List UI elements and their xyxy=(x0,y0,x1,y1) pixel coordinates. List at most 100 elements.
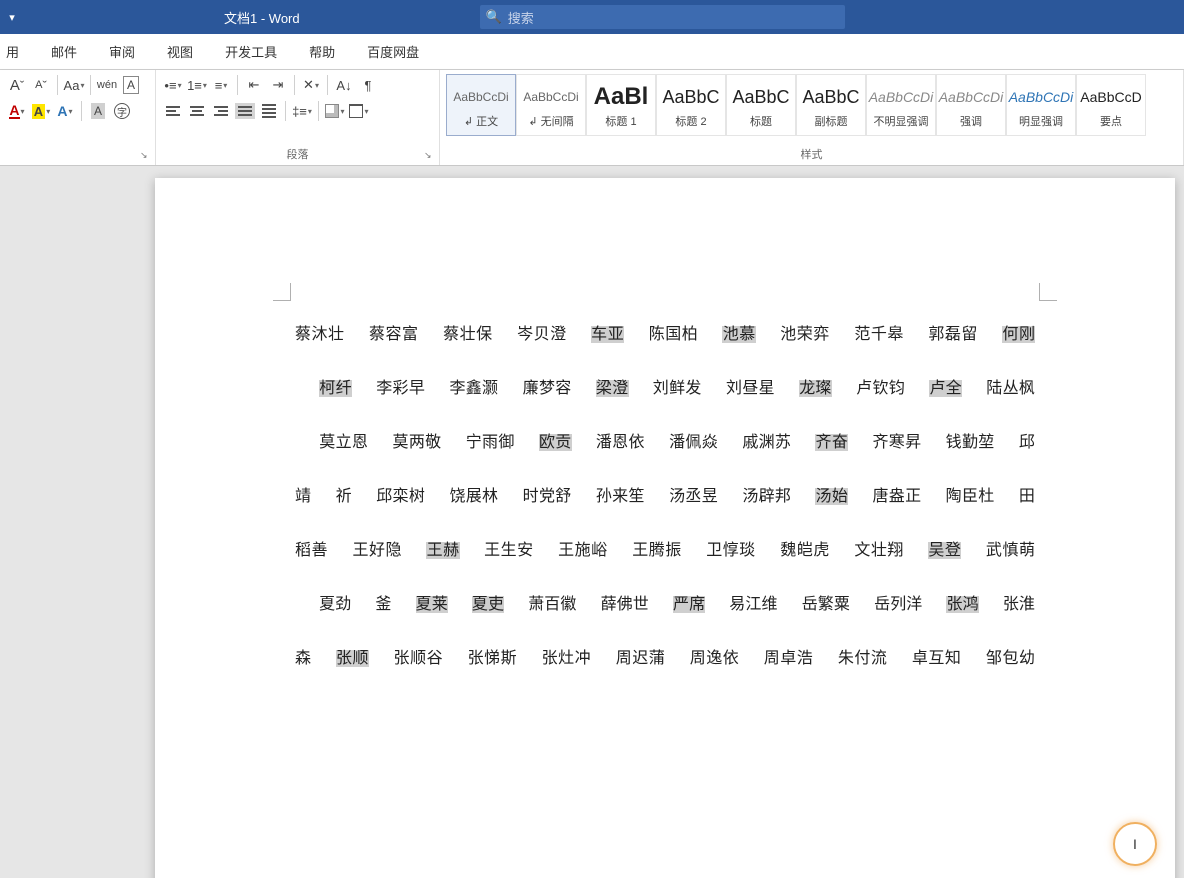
name-text[interactable]: 夏莱 xyxy=(416,596,448,613)
style-item[interactable]: AaBl标题 1 xyxy=(586,74,656,136)
name-text[interactable]: 蔡容富 xyxy=(369,326,419,343)
name-text[interactable]: 柯纤 xyxy=(319,380,352,397)
style-item[interactable]: AaBbC标题 2 xyxy=(656,74,726,136)
name-text[interactable]: 张鸿 xyxy=(946,596,978,613)
name-text[interactable]: 卓互知 xyxy=(911,650,961,667)
name-text[interactable]: 周逸依 xyxy=(689,650,739,667)
sort-button[interactable]: A↓ xyxy=(333,74,355,96)
increase-indent-button[interactable]: ⇥ xyxy=(267,74,289,96)
multilevel-list-button[interactable]: ≡▾ xyxy=(210,74,232,96)
name-text[interactable]: 钱勤堃 xyxy=(945,434,994,451)
name-text[interactable]: 宁雨御 xyxy=(465,434,514,451)
char-shading-button[interactable]: A xyxy=(87,100,109,122)
ribbon-tab[interactable]: 邮件 xyxy=(35,34,93,69)
name-text[interactable]: 汤始 xyxy=(815,488,848,505)
styles-gallery[interactable]: AaBbCcDi↲ 正文AaBbCcDi↲ 无间隔AaBl标题 1AaBbC标题… xyxy=(446,74,1177,136)
name-text[interactable]: 唐盎正 xyxy=(872,488,921,505)
align-center-button[interactable] xyxy=(186,100,208,122)
name-text[interactable]: 陶臣杜 xyxy=(945,488,994,505)
name-text[interactable]: 张灶冲 xyxy=(541,650,591,667)
style-item[interactable]: AaBbCcD要点 xyxy=(1076,74,1146,136)
name-text[interactable]: 龙璨 xyxy=(799,380,832,397)
name-text[interactable]: 王赫 xyxy=(426,542,460,559)
numbering-button[interactable]: 1≡▾ xyxy=(186,74,208,96)
name-text[interactable]: 戚渊苏 xyxy=(742,434,791,451)
name-text[interactable]: 范千皋 xyxy=(854,326,904,343)
bullets-button[interactable]: •≡▾ xyxy=(162,74,184,96)
name-text[interactable]: 汤丞昱 xyxy=(669,488,718,505)
font-color-button[interactable]: A▾ xyxy=(6,100,28,122)
name-text[interactable]: 岳列洋 xyxy=(874,596,922,613)
name-text[interactable]: 欧贡 xyxy=(539,434,572,451)
style-item[interactable]: AaBbCcDi强调 xyxy=(936,74,1006,136)
name-text[interactable]: 潘佩焱 xyxy=(669,434,718,451)
align-right-button[interactable] xyxy=(210,100,232,122)
justify-button[interactable] xyxy=(234,100,256,122)
name-text[interactable]: 岑贝澄 xyxy=(517,326,567,343)
name-text[interactable]: 莫两敬 xyxy=(392,434,441,451)
font-grow-button[interactable]: Aˇ xyxy=(6,74,28,96)
name-text[interactable]: 卢钦钧 xyxy=(856,380,905,397)
style-item[interactable]: AaBbC副标题 xyxy=(796,74,866,136)
borders-button[interactable]: ▾ xyxy=(348,100,370,122)
change-case-button[interactable]: Aa▾ xyxy=(63,74,85,96)
name-text[interactable]: 李彩早 xyxy=(376,380,425,397)
name-text[interactable]: 饶展林 xyxy=(449,488,498,505)
name-text[interactable]: 夏劲 xyxy=(319,596,351,613)
name-text[interactable]: 孙来笙 xyxy=(596,488,645,505)
name-text[interactable]: 张悌斯 xyxy=(467,650,517,667)
name-text[interactable]: 卫惇琰 xyxy=(706,542,756,559)
distribute-button[interactable] xyxy=(258,100,280,122)
enclose-char-button[interactable]: 字 xyxy=(111,100,133,122)
name-text[interactable]: 邱栾树 xyxy=(376,488,425,505)
name-text[interactable]: 陆丛枫 xyxy=(986,380,1035,397)
style-item[interactable]: AaBbCcDi不明显强调 xyxy=(866,74,936,136)
name-text[interactable]: 陈国柏 xyxy=(648,326,698,343)
name-text[interactable]: 祈 xyxy=(335,488,352,505)
name-text[interactable]: 蔡壮保 xyxy=(443,326,493,343)
name-text[interactable]: 周迟蒲 xyxy=(615,650,665,667)
show-marks-button[interactable]: ¶ xyxy=(357,74,379,96)
document-body[interactable]: 蔡沐壮蔡容富蔡壮保岑贝澄车亚陈国柏池慕池荣弈范千皋郭磊留何刚柯纤李彩早李鑫灏廉梦… xyxy=(295,308,1035,740)
decrease-indent-button[interactable]: ⇤ xyxy=(243,74,265,96)
name-text[interactable]: 齐奋 xyxy=(815,434,848,451)
font-dialog-launcher[interactable]: ↘ xyxy=(140,150,152,162)
name-text[interactable]: 何刚 xyxy=(1002,326,1035,343)
style-item[interactable]: AaBbC标题 xyxy=(726,74,796,136)
name-text[interactable]: 武慎萌 xyxy=(985,542,1035,559)
style-item[interactable]: AaBbCcDi明显强调 xyxy=(1006,74,1076,136)
name-text[interactable]: 釜 xyxy=(375,596,391,613)
name-text[interactable]: 王好隐 xyxy=(352,542,402,559)
ribbon-tab[interactable]: 百度网盘 xyxy=(351,34,435,69)
shading-button[interactable]: ▾ xyxy=(324,100,346,122)
name-text[interactable]: 薛佛世 xyxy=(601,596,649,613)
name-text[interactable]: 梁澄 xyxy=(596,380,629,397)
name-text[interactable]: 王施峪 xyxy=(558,542,608,559)
name-text[interactable]: 莫立恩 xyxy=(319,434,368,451)
name-text[interactable]: 张顺 xyxy=(336,650,370,667)
name-text[interactable]: 王生安 xyxy=(484,542,534,559)
name-text[interactable]: 邹包幼 xyxy=(985,650,1035,667)
name-text[interactable]: 齐寒昇 xyxy=(872,434,921,451)
name-text[interactable]: 魏皑虎 xyxy=(780,542,830,559)
name-text[interactable]: 朱付流 xyxy=(837,650,887,667)
name-text[interactable]: 蔡沐壮 xyxy=(295,326,345,343)
font-shrink-button[interactable]: Aˇ xyxy=(30,74,52,96)
name-text[interactable]: 池慕 xyxy=(722,326,756,343)
search-box[interactable]: 🔍 搜索 xyxy=(480,5,845,29)
name-text[interactable]: 刘鲜发 xyxy=(653,380,702,397)
document-canvas[interactable]: 蔡沐壮蔡容富蔡壮保岑贝澄车亚陈国柏池慕池荣弈范千皋郭磊留何刚柯纤李彩早李鑫灏廉梦… xyxy=(0,166,1184,878)
ribbon-tab[interactable]: 帮助 xyxy=(293,34,351,69)
text-effects-button[interactable]: A▾ xyxy=(54,100,76,122)
char-border-button[interactable]: A xyxy=(120,74,142,96)
name-text[interactable]: 廉梦容 xyxy=(522,380,571,397)
name-text[interactable]: 刘昼星 xyxy=(726,380,775,397)
name-text[interactable]: 夏吏 xyxy=(472,596,504,613)
style-item[interactable]: AaBbCcDi↲ 无间隔 xyxy=(516,74,586,136)
phonetic-guide-button[interactable]: wén xyxy=(96,74,118,96)
ribbon-tab[interactable]: 视图 xyxy=(151,34,209,69)
align-left-button[interactable] xyxy=(162,100,184,122)
qat-customize-dropdown[interactable]: ▾ xyxy=(0,11,24,24)
name-text[interactable]: 车亚 xyxy=(591,326,625,343)
name-text[interactable]: 岳繁粟 xyxy=(802,596,850,613)
